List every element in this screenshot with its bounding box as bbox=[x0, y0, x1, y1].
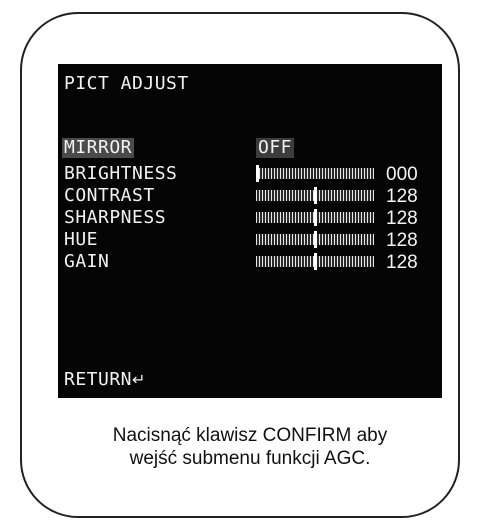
menu-title: PICT ADJUST bbox=[64, 73, 189, 94]
mirror-value[interactable]: OFF bbox=[256, 138, 295, 158]
menu-row-mirror[interactable]: MIRROR OFF bbox=[58, 138, 442, 158]
sharpness-value: 128 bbox=[386, 208, 418, 229]
osd-screen: PICT ADJUST MIRROR OFF BRIGHTNESS 000 CO… bbox=[58, 64, 442, 398]
menu-row-label: MIRROR bbox=[62, 137, 135, 158]
contrast-value: 128 bbox=[386, 186, 418, 207]
gain-value: 128 bbox=[386, 252, 418, 273]
hue-slider[interactable] bbox=[256, 231, 374, 248]
caption-line-2: wejść submenu funkcji AGC. bbox=[129, 448, 371, 469]
return-label: RETURN bbox=[64, 369, 133, 390]
contrast-slider[interactable] bbox=[256, 187, 374, 204]
return-item[interactable]: RETURN↵ bbox=[64, 370, 146, 390]
menu-row-brightness[interactable]: BRIGHTNESS 000 bbox=[58, 163, 442, 186]
slider-thumb[interactable] bbox=[314, 231, 317, 248]
hue-value: 128 bbox=[386, 230, 418, 251]
slider-thumb[interactable] bbox=[314, 187, 317, 204]
gain-slider[interactable] bbox=[256, 253, 374, 270]
enter-arrow-icon: ↵ bbox=[132, 370, 146, 389]
slider-thumb[interactable] bbox=[256, 165, 259, 182]
menu-row-label: HUE bbox=[64, 229, 99, 250]
brightness-value: 000 bbox=[386, 164, 418, 185]
slider-thumb[interactable] bbox=[314, 253, 317, 270]
sharpness-slider[interactable] bbox=[256, 209, 374, 226]
caption-line-1: Nacisnąć klawisz CONFIRM aby bbox=[112, 425, 388, 446]
menu-row-contrast[interactable]: CONTRAST 128 bbox=[58, 185, 442, 208]
brightness-slider[interactable] bbox=[256, 165, 374, 182]
menu-row-sharpness[interactable]: SHARPNESS 128 bbox=[58, 207, 442, 230]
menu-row-gain[interactable]: GAIN 128 bbox=[58, 251, 442, 274]
menu-row-label: CONTRAST bbox=[64, 185, 155, 206]
menu-row-label: GAIN bbox=[64, 251, 110, 272]
menu-row-label: BRIGHTNESS bbox=[64, 163, 178, 184]
caption: Nacisnąć klawisz CONFIRM aby wejść subme… bbox=[60, 424, 440, 470]
menu-row-label: SHARPNESS bbox=[64, 207, 167, 228]
menu-row-hue[interactable]: HUE 128 bbox=[58, 229, 442, 252]
slider-thumb[interactable] bbox=[314, 209, 317, 226]
